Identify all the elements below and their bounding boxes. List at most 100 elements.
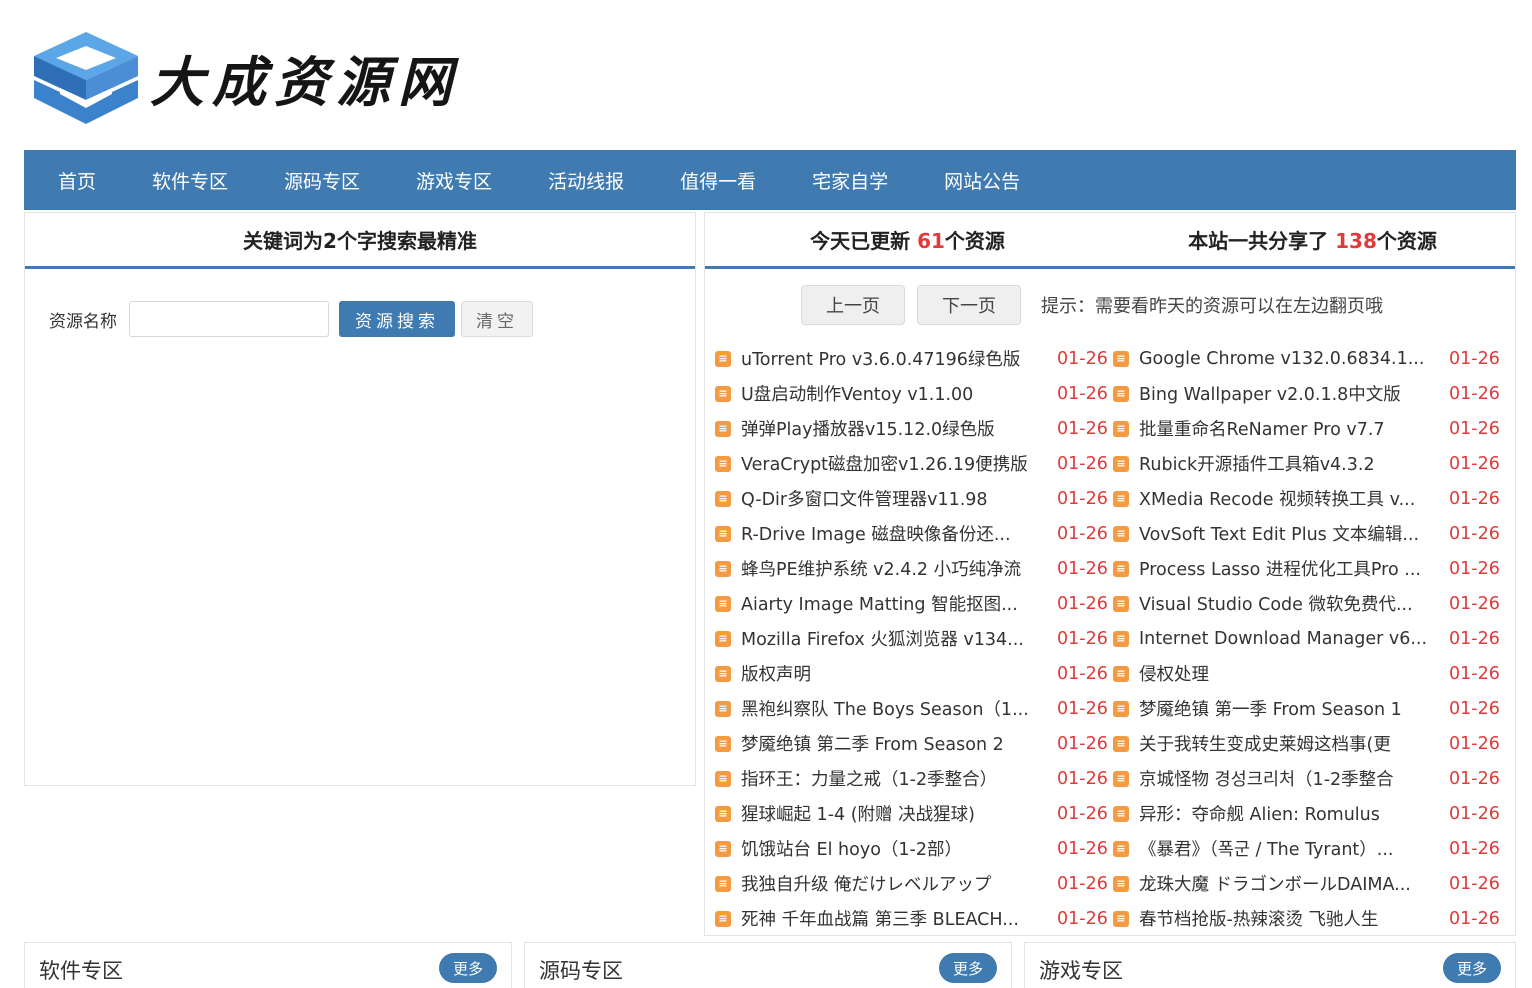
list-item-title[interactable]: 京城怪物 경성크리처（1-2季整合 bbox=[1139, 766, 1449, 791]
doc-icon: ≡ bbox=[1113, 455, 1129, 472]
today-stat-suffix: 个资源 bbox=[944, 229, 1005, 253]
more-button[interactable]: 更多 bbox=[439, 953, 497, 983]
total-stat: 本站一共分享了 138个资源 bbox=[1110, 225, 1515, 254]
list-item[interactable]: ≡ 梦魇绝镇 第二季 From Season 2 01-26 bbox=[715, 726, 1113, 761]
list-item[interactable]: ≡ 指环王：力量之戒（1-2季整合） 01-26 bbox=[715, 761, 1113, 796]
list-item-date: 01-26 bbox=[1057, 733, 1108, 754]
list-item-title[interactable]: Aiarty Image Matting 智能抠图... bbox=[741, 591, 1057, 616]
list-item-title[interactable]: R-Drive Image 磁盘映像备份还... bbox=[741, 521, 1057, 546]
list-item[interactable]: ≡ uTorrent Pro v3.6.0.47196绿色版 01-26 bbox=[715, 341, 1113, 376]
nav-item-worth-seeing[interactable]: 值得一看 bbox=[680, 167, 756, 194]
list-item-title[interactable]: 猩球崛起 1-4 (附赠 决战猩球) bbox=[741, 801, 1057, 826]
list-item[interactable]: ≡ 死神 千年血战篇 第三季 BLEACH... 01-26 bbox=[715, 901, 1113, 936]
list-item-title[interactable]: Rubick开源插件工具箱v4.3.2 bbox=[1139, 451, 1449, 476]
list-item[interactable]: ≡ 关于我转生变成史莱姆这档事(更 01-26 bbox=[1113, 726, 1505, 761]
doc-icon: ≡ bbox=[1113, 735, 1129, 752]
list-item-date: 01-26 bbox=[1057, 838, 1108, 859]
clear-button[interactable]: 清空 bbox=[461, 301, 533, 337]
list-item-title[interactable]: 关于我转生变成史莱姆这档事(更 bbox=[1139, 731, 1449, 756]
list-item[interactable]: ≡ 蜂鸟PE维护系统 v2.4.2 小巧纯净流 01-26 bbox=[715, 551, 1113, 586]
list-item-title[interactable]: 侵权处理 bbox=[1139, 661, 1449, 686]
nav-item-home[interactable]: 首页 bbox=[58, 167, 96, 194]
list-item[interactable]: ≡ 《暴君》（폭군 / The Tyrant）... 01-26 bbox=[1113, 831, 1505, 866]
list-item[interactable]: ≡ Mozilla Firefox 火狐浏览器 v134... 01-26 bbox=[715, 621, 1113, 656]
list-item[interactable]: ≡ 异形：夺命舰 Alien: Romulus 01-26 bbox=[1113, 796, 1505, 831]
list-item-date: 01-26 bbox=[1449, 803, 1500, 824]
next-page-button[interactable]: 下一页 bbox=[917, 285, 1021, 325]
list-item[interactable]: ≡ 弹弹Play播放器v15.12.0绿色版 01-26 bbox=[715, 411, 1113, 446]
list-item-title[interactable]: 梦魇绝镇 第一季 From Season 1 bbox=[1139, 696, 1449, 721]
list-item-title[interactable]: 弹弹Play播放器v15.12.0绿色版 bbox=[741, 416, 1057, 441]
search-button[interactable]: 资源搜索 bbox=[339, 301, 455, 337]
list-item[interactable]: ≡ 黑袍纠察队 The Boys Season（1... 01-26 bbox=[715, 691, 1113, 726]
resource-list: ≡ uTorrent Pro v3.6.0.47196绿色版 01-26 ≡ U盘启动制… bbox=[715, 341, 1505, 936]
list-item-title[interactable]: U盘启动制作Ventoy v1.1.00 bbox=[741, 381, 1057, 406]
list-item[interactable]: ≡ VeraCrypt磁盘加密v1.26.19便携版 01-26 bbox=[715, 446, 1113, 481]
list-item-title[interactable]: Process Lasso 进程优化工具Pro ... bbox=[1139, 556, 1449, 581]
list-item-title[interactable]: Mozilla Firefox 火狐浏览器 v134... bbox=[741, 626, 1057, 651]
doc-icon: ≡ bbox=[1113, 630, 1129, 647]
list-item-title[interactable]: Google Chrome v132.0.6834.1... bbox=[1139, 349, 1449, 369]
list-item[interactable]: ≡ Rubick开源插件工具箱v4.3.2 01-26 bbox=[1113, 446, 1505, 481]
list-item-title[interactable]: XMedia Recode 视频转换工具 v... bbox=[1139, 486, 1449, 511]
list-item[interactable]: ≡ Bing Wallpaper v2.0.1.8中文版 01-26 bbox=[1113, 376, 1505, 411]
list-item-title[interactable]: Bing Wallpaper v2.0.1.8中文版 bbox=[1139, 381, 1449, 406]
list-item-title[interactable]: uTorrent Pro v3.6.0.47196绿色版 bbox=[741, 346, 1057, 371]
list-item-title[interactable]: 黑袍纠察队 The Boys Season（1... bbox=[741, 696, 1057, 721]
list-item-title[interactable]: 春节档抢版-热辣滚烫 飞驰人生 bbox=[1139, 906, 1449, 931]
more-button[interactable]: 更多 bbox=[1443, 953, 1501, 983]
list-item-date: 01-26 bbox=[1057, 768, 1108, 789]
list-item[interactable]: ≡ XMedia Recode 视频转换工具 v... 01-26 bbox=[1113, 481, 1505, 516]
list-item-title[interactable]: Visual Studio Code 微软免费代... bbox=[1139, 591, 1449, 616]
list-item-title[interactable]: 饥饿站台 El hoyo（1-2部） bbox=[741, 836, 1057, 861]
prev-page-button[interactable]: 上一页 bbox=[801, 285, 905, 325]
nav-item-games[interactable]: 游戏专区 bbox=[416, 167, 492, 194]
list-item[interactable]: ≡ U盘启动制作Ventoy v1.1.00 01-26 bbox=[715, 376, 1113, 411]
list-item[interactable]: ≡ 我独自升级 俺だけレベルアップ 01-26 bbox=[715, 866, 1113, 901]
list-item[interactable]: ≡ Internet Download Manager v6... 01-26 bbox=[1113, 621, 1505, 656]
list-item[interactable]: ≡ 春节档抢版-热辣滚烫 飞驰人生 01-26 bbox=[1113, 901, 1505, 936]
list-item-title[interactable]: Internet Download Manager v6... bbox=[1139, 629, 1449, 649]
doc-icon: ≡ bbox=[1113, 700, 1129, 717]
list-item-date: 01-26 bbox=[1057, 803, 1108, 824]
list-item-title[interactable]: 蜂鸟PE维护系统 v2.4.2 小巧纯净流 bbox=[741, 556, 1057, 581]
list-item-title[interactable]: 死神 千年血战篇 第三季 BLEACH... bbox=[741, 906, 1057, 931]
list-item[interactable]: ≡ 梦魇绝镇 第一季 From Season 1 01-26 bbox=[1113, 691, 1505, 726]
list-item-title[interactable]: 我独自升级 俺だけレベルアップ bbox=[741, 871, 1057, 896]
list-item[interactable]: ≡ 京城怪物 경성크리처（1-2季整合 01-26 bbox=[1113, 761, 1505, 796]
list-item-title[interactable]: 版权声明 bbox=[741, 661, 1057, 686]
doc-icon: ≡ bbox=[715, 700, 731, 717]
list-item-title[interactable]: 龙珠大魔 ドラゴンボールDAIMA... bbox=[1139, 871, 1449, 896]
site-logo-icon[interactable] bbox=[30, 28, 142, 128]
list-item[interactable]: ≡ R-Drive Image 磁盘映像备份还... 01-26 bbox=[715, 516, 1113, 551]
list-item-title[interactable]: VeraCrypt磁盘加密v1.26.19便携版 bbox=[741, 451, 1057, 476]
list-item-title[interactable]: Q-Dir多窗口文件管理器v11.98 bbox=[741, 486, 1057, 511]
list-item-title[interactable]: 异形：夺命舰 Alien: Romulus bbox=[1139, 801, 1449, 826]
nav-item-software[interactable]: 软件专区 bbox=[152, 167, 228, 194]
list-item[interactable]: ≡ Q-Dir多窗口文件管理器v11.98 01-26 bbox=[715, 481, 1113, 516]
list-item-title[interactable]: 《暴君》（폭군 / The Tyrant）... bbox=[1139, 836, 1449, 861]
search-heading: 关键词为2个字搜索最精准 bbox=[25, 213, 695, 269]
more-button[interactable]: 更多 bbox=[939, 953, 997, 983]
list-item[interactable]: ≡ Google Chrome v132.0.6834.1... 01-26 bbox=[1113, 341, 1505, 376]
search-input[interactable] bbox=[129, 301, 329, 337]
list-item[interactable]: ≡ Aiarty Image Matting 智能抠图... 01-26 bbox=[715, 586, 1113, 621]
list-item-title[interactable]: VovSoft Text Edit Plus 文本编辑... bbox=[1139, 521, 1449, 546]
list-item[interactable]: ≡ 饥饿站台 El hoyo（1-2部） 01-26 bbox=[715, 831, 1113, 866]
list-item[interactable]: ≡ 批量重命名ReNamer Pro v7.7 01-26 bbox=[1113, 411, 1505, 446]
nav-item-source-code[interactable]: 源码专区 bbox=[284, 167, 360, 194]
list-item[interactable]: ≡ Process Lasso 进程优化工具Pro ... 01-26 bbox=[1113, 551, 1505, 586]
list-item[interactable]: ≡ Visual Studio Code 微软免费代... 01-26 bbox=[1113, 586, 1505, 621]
list-item[interactable]: ≡ VovSoft Text Edit Plus 文本编辑... 01-26 bbox=[1113, 516, 1505, 551]
nav-item-announcements[interactable]: 网站公告 bbox=[944, 167, 1020, 194]
list-item[interactable]: ≡ 侵权处理 01-26 bbox=[1113, 656, 1505, 691]
list-item[interactable]: ≡ 猩球崛起 1-4 (附赠 决战猩球) 01-26 bbox=[715, 796, 1113, 831]
list-item-title[interactable]: 指环王：力量之戒（1-2季整合） bbox=[741, 766, 1057, 791]
nav-item-deals[interactable]: 活动线报 bbox=[548, 167, 624, 194]
nav-item-self-study[interactable]: 宅家自学 bbox=[812, 167, 888, 194]
list-item[interactable]: ≡ 版权声明 01-26 bbox=[715, 656, 1113, 691]
list-item-title[interactable]: 批量重命名ReNamer Pro v7.7 bbox=[1139, 416, 1449, 441]
doc-icon: ≡ bbox=[715, 665, 731, 682]
list-item[interactable]: ≡ 龙珠大魔 ドラゴンボールDAIMA... 01-26 bbox=[1113, 866, 1505, 901]
list-item-title[interactable]: 梦魇绝镇 第二季 From Season 2 bbox=[741, 731, 1057, 756]
